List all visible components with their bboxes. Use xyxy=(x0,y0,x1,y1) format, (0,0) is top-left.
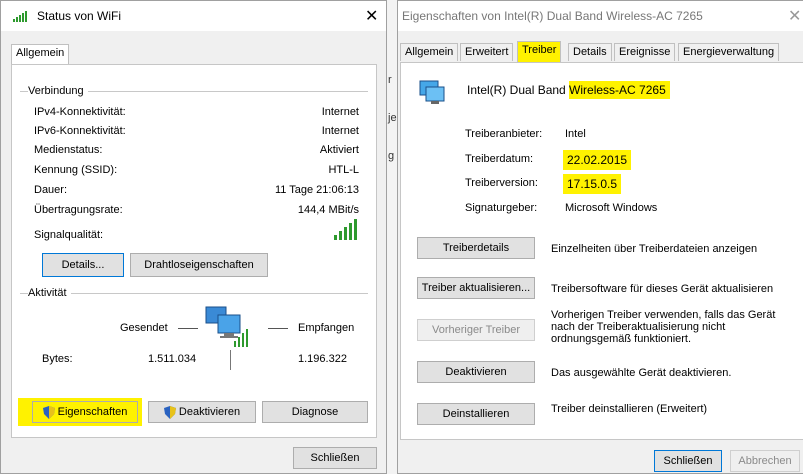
update-driver-button[interactable]: Treiber aktualisieren... xyxy=(417,277,535,299)
info-label: Signaturgeber: xyxy=(465,202,538,214)
connection-group-label: Verbindung xyxy=(28,85,88,97)
action-description: Einzelheiten über Treiberdateien anzeige… xyxy=(551,243,758,255)
close-button[interactable]: Schließen xyxy=(654,450,722,472)
bytes-sent-value: 1.511.034 xyxy=(148,353,197,365)
device-name-highlighted: Wireless-AC 7265 xyxy=(569,81,670,99)
activity-group-label: Aktivität xyxy=(28,287,71,299)
general-panel: Verbindung IPv4-Konnektivität: Internet … xyxy=(11,64,377,438)
shield-icon xyxy=(42,405,55,419)
title-bar: Status von WiFi ✕ xyxy=(1,1,386,31)
window-title: Eigenschaften von Intel(R) Dual Band Wir… xyxy=(402,9,703,23)
info-label: Treiberversion: xyxy=(465,177,538,189)
shield-icon xyxy=(163,405,176,419)
row-label: Medienstatus: xyxy=(34,144,103,156)
rollback-driver-button[interactable]: Vorheriger Treiber xyxy=(417,319,535,341)
tab-energieverwaltung[interactable]: Energieverwaltung xyxy=(678,43,780,61)
received-line xyxy=(268,328,288,329)
background-text-fragment: r xyxy=(388,74,392,86)
bytes-received-value: 1.196.322 xyxy=(298,353,347,365)
tab-ereignisse[interactable]: Ereignisse xyxy=(614,43,676,61)
device-name: Intel(R) Dual Band Wireless-AC 7265 xyxy=(467,81,670,99)
network-adapter-icon xyxy=(419,80,445,104)
tab-allgemein[interactable]: Allgemein xyxy=(11,44,70,64)
sent-line xyxy=(178,328,198,329)
device-name-prefix: Intel(R) Dual Band xyxy=(467,83,570,97)
tab-label: Allgemein xyxy=(16,47,65,59)
uninstall-driver-button[interactable]: Deinstallieren xyxy=(417,403,535,425)
sent-label: Gesendet xyxy=(120,322,168,334)
properties-button[interactable]: Eigenschaften xyxy=(32,401,138,423)
action-description: Vorherigen Treiber verwenden, falls das … xyxy=(551,309,776,345)
tab-allgemein[interactable]: Allgemein xyxy=(400,43,459,61)
close-icon[interactable]: ✕ xyxy=(788,6,801,26)
details-button[interactable]: Details... xyxy=(42,253,124,277)
tab-bar: Allgemein Erweitert Treiber Details Erei… xyxy=(400,41,803,63)
properties-button-label: Eigenschaften xyxy=(57,406,128,418)
tab-details[interactable]: Details xyxy=(568,43,612,61)
signal-quality-icon xyxy=(334,219,357,240)
row-value: 11 Tage 21:06:13 xyxy=(274,184,359,196)
wireless-properties-button[interactable]: Drahtloseigenschaften xyxy=(130,253,268,277)
cancel-button[interactable]: Abbrechen xyxy=(730,450,800,472)
row-label: Dauer: xyxy=(34,184,68,196)
close-icon[interactable]: ✕ xyxy=(365,6,378,26)
diagnose-button[interactable]: Diagnose xyxy=(262,401,368,423)
info-label: Treiberdatum: xyxy=(465,153,534,165)
activity-group xyxy=(20,293,368,294)
info-label: Treiberanbieter: xyxy=(465,128,543,140)
action-description: Das ausgewählte Gerät deaktivieren. xyxy=(551,367,732,379)
received-label: Empfangen xyxy=(298,322,355,334)
tab-erweitert[interactable]: Erweitert xyxy=(460,43,514,61)
row-value: 144,4 MBit/s xyxy=(297,204,359,216)
action-description: Treiber deinstallieren (Erweitert) xyxy=(551,403,708,415)
row-label: IPv4-Konnektivität: xyxy=(34,106,126,118)
deactivate-button-label: Deaktivieren xyxy=(178,406,241,418)
wifi-signal-icon xyxy=(13,11,27,22)
device-properties-dialog: Eigenschaften von Intel(R) Dual Band Wir… xyxy=(397,0,803,474)
info-value: 22.02.2015 xyxy=(563,150,632,170)
bytes-divider xyxy=(230,350,231,370)
bytes-label: Bytes: xyxy=(42,353,73,365)
window-title: Status von WiFi xyxy=(37,9,122,23)
row-label: Kennung (SSID): xyxy=(34,164,118,176)
signal-quality-label: Signalqualität: xyxy=(34,229,104,241)
background-text-fragment: g xyxy=(388,150,395,162)
row-label: IPv6-Konnektivität: xyxy=(34,125,126,137)
network-activity-icon xyxy=(205,306,248,347)
row-value: Internet xyxy=(321,106,359,118)
deactivate-button[interactable]: Deaktivieren xyxy=(148,401,256,423)
action-description: Treibersoftware für dieses Gerät aktuali… xyxy=(551,283,774,295)
driver-panel: Intel(R) Dual Band Wireless-AC 7265 Trei… xyxy=(400,62,803,440)
info-value: 17.15.0.5 xyxy=(563,174,622,194)
info-value: Microsoft Windows xyxy=(565,202,658,214)
info-value: Intel xyxy=(565,128,586,140)
wifi-status-dialog: Status von WiFi ✕ Allgemein Verbindung I… xyxy=(0,0,387,474)
driver-details-button[interactable]: Treiberdetails xyxy=(417,237,535,259)
deactivate-device-button[interactable]: Deaktivieren xyxy=(417,361,535,383)
row-value: Internet xyxy=(321,125,359,137)
row-value: Aktiviert xyxy=(319,144,359,156)
row-value: HTL-L xyxy=(328,164,359,176)
tab-treiber[interactable]: Treiber xyxy=(517,41,562,62)
close-button[interactable]: Schließen xyxy=(293,447,377,469)
row-label: Übertragungsrate: xyxy=(34,204,123,216)
background-text-fragment: je xyxy=(388,112,397,124)
title-bar: Eigenschaften von Intel(R) Dual Band Wir… xyxy=(398,1,803,31)
